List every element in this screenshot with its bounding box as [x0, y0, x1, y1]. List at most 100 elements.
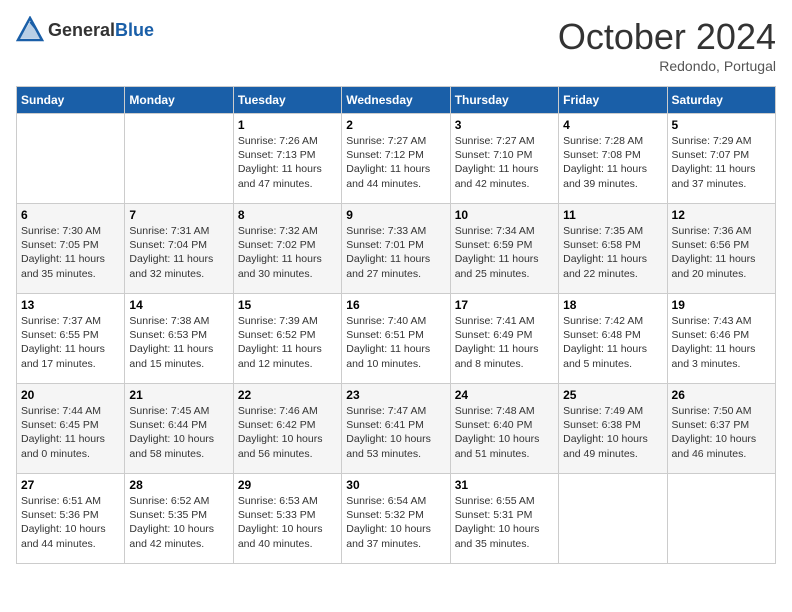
day-info: Sunrise: 7:41 AM Sunset: 6:49 PM Dayligh…: [455, 314, 554, 371]
day-info: Sunrise: 7:47 AM Sunset: 6:41 PM Dayligh…: [346, 404, 445, 461]
calendar-cell: 8Sunrise: 7:32 AM Sunset: 7:02 PM Daylig…: [233, 204, 341, 294]
calendar-cell: 20Sunrise: 7:44 AM Sunset: 6:45 PM Dayli…: [17, 384, 125, 474]
logo: GeneralBlue: [16, 16, 154, 44]
day-number: 18: [563, 298, 662, 312]
day-info: Sunrise: 7:49 AM Sunset: 6:38 PM Dayligh…: [563, 404, 662, 461]
weekday-header-saturday: Saturday: [667, 87, 775, 114]
logo-general: General: [48, 20, 115, 40]
day-info: Sunrise: 7:34 AM Sunset: 6:59 PM Dayligh…: [455, 224, 554, 281]
day-number: 1: [238, 118, 337, 132]
day-number: 30: [346, 478, 445, 492]
calendar-cell: 6 Sunrise: 7:30 AM Sunset: 7:05 PM Daylig…: [17, 204, 125, 294]
calendar-cell: [667, 474, 775, 564]
day-info: Sunrise: 7:27 AM Sunset: 7:10 PM Dayligh…: [455, 134, 554, 191]
day-number: 23: [346, 388, 445, 402]
day-number: 27: [21, 478, 120, 492]
calendar-week-row: 1 Sunrise: 7:26 AM Sunset: 7:13 PM Daylig…: [17, 114, 776, 204]
day-info: Sunrise: 7:40 AM Sunset: 6:51 PM Dayligh…: [346, 314, 445, 371]
day-number: 21: [129, 388, 228, 402]
calendar-cell: 28Sunrise: 6:52 AM Sunset: 5:35 PM Dayli…: [125, 474, 233, 564]
day-number: 17: [455, 298, 554, 312]
weekday-header-wednesday: Wednesday: [342, 87, 450, 114]
day-info: Sunrise: 7:44 AM Sunset: 6:45 PM Dayligh…: [21, 404, 120, 461]
calendar-week-row: 13 Sunrise: 7:37 AM Sunset: 6:55 PM Dayli…: [17, 294, 776, 384]
day-number: 26: [672, 388, 771, 402]
day-info: Sunrise: 7:42 AM Sunset: 6:48 PM Dayligh…: [563, 314, 662, 371]
day-number: 15: [238, 298, 337, 312]
weekday-header-monday: Monday: [125, 87, 233, 114]
calendar-cell: 13 Sunrise: 7:37 AM Sunset: 6:55 PM Dayli…: [17, 294, 125, 384]
calendar-cell: 29Sunrise: 6:53 AM Sunset: 5:33 PM Dayli…: [233, 474, 341, 564]
day-number: 5: [672, 118, 771, 132]
day-info: Sunrise: 6:51 AM Sunset: 5:36 PM Dayligh…: [21, 494, 120, 551]
day-info: Sunrise: 7:30 AM Sunset: 7:05 PM Dayligh…: [21, 224, 120, 281]
calendar-cell: 26 Sunrise: 7:50 AM Sunset: 6:37 PM Dayli…: [667, 384, 775, 474]
calendar-week-row: 27 Sunrise: 6:51 AM Sunset: 5:36 PM Dayli…: [17, 474, 776, 564]
calendar-cell: 16 Sunrise: 7:40 AM Sunset: 6:51 PM Dayli…: [342, 294, 450, 384]
day-number: 24: [455, 388, 554, 402]
day-number: 10: [455, 208, 554, 222]
day-info: Sunrise: 7:33 AM Sunset: 7:01 PM Dayligh…: [346, 224, 445, 281]
day-info: Sunrise: 7:28 AM Sunset: 7:08 PM Dayligh…: [563, 134, 662, 191]
day-info: Sunrise: 7:39 AM Sunset: 6:52 PM Dayligh…: [238, 314, 337, 371]
weekday-header-thursday: Thursday: [450, 87, 558, 114]
day-number: 8: [238, 208, 337, 222]
page-header: GeneralBlue October 2024 Redondo, Portug…: [16, 16, 776, 74]
day-number: 13: [21, 298, 120, 312]
month-title: October 2024: [558, 16, 776, 58]
calendar-cell: 18 Sunrise: 7:42 AM Sunset: 6:48 PM Dayli…: [559, 294, 667, 384]
weekday-header-tuesday: Tuesday: [233, 87, 341, 114]
day-number: 6: [21, 208, 120, 222]
day-info: Sunrise: 7:29 AM Sunset: 7:07 PM Dayligh…: [672, 134, 771, 191]
calendar-cell: [125, 114, 233, 204]
day-info: Sunrise: 6:54 AM Sunset: 5:32 PM Dayligh…: [346, 494, 445, 551]
day-info: Sunrise: 7:43 AM Sunset: 6:46 PM Dayligh…: [672, 314, 771, 371]
location-subtitle: Redondo, Portugal: [558, 58, 776, 74]
day-number: 25: [563, 388, 662, 402]
calendar-cell: 10 Sunrise: 7:34 AM Sunset: 6:59 PM Dayli…: [450, 204, 558, 294]
calendar-table: SundayMondayTuesdayWednesdayThursdayFrid…: [16, 86, 776, 564]
calendar-cell: 30 Sunrise: 6:54 AM Sunset: 5:32 PM Dayli…: [342, 474, 450, 564]
day-info: Sunrise: 7:26 AM Sunset: 7:13 PM Dayligh…: [238, 134, 337, 191]
calendar-cell: 9 Sunrise: 7:33 AM Sunset: 7:01 PM Daylig…: [342, 204, 450, 294]
day-number: 29: [238, 478, 337, 492]
day-info: Sunrise: 7:31 AM Sunset: 7:04 PM Dayligh…: [129, 224, 228, 281]
logo-icon: [16, 16, 44, 44]
calendar-header-row: SundayMondayTuesdayWednesdayThursdayFrid…: [17, 87, 776, 114]
calendar-cell: 11Sunrise: 7:35 AM Sunset: 6:58 PM Dayli…: [559, 204, 667, 294]
calendar-cell: 17 Sunrise: 7:41 AM Sunset: 6:49 PM Dayli…: [450, 294, 558, 384]
calendar-cell: 31Sunrise: 6:55 AM Sunset: 5:31 PM Dayli…: [450, 474, 558, 564]
calendar-cell: 15 Sunrise: 7:39 AM Sunset: 6:52 PM Dayli…: [233, 294, 341, 384]
day-number: 4: [563, 118, 662, 132]
calendar-cell: 23 Sunrise: 7:47 AM Sunset: 6:41 PM Dayli…: [342, 384, 450, 474]
calendar-cell: [17, 114, 125, 204]
calendar-cell: 22 Sunrise: 7:46 AM Sunset: 6:42 PM Dayli…: [233, 384, 341, 474]
calendar-cell: 25 Sunrise: 7:49 AM Sunset: 6:38 PM Dayli…: [559, 384, 667, 474]
weekday-header-friday: Friday: [559, 87, 667, 114]
day-info: Sunrise: 7:37 AM Sunset: 6:55 PM Dayligh…: [21, 314, 120, 371]
day-number: 19: [672, 298, 771, 312]
day-info: Sunrise: 6:55 AM Sunset: 5:31 PM Dayligh…: [455, 494, 554, 551]
calendar-cell: 27 Sunrise: 6:51 AM Sunset: 5:36 PM Dayli…: [17, 474, 125, 564]
day-number: 22: [238, 388, 337, 402]
calendar-cell: 1 Sunrise: 7:26 AM Sunset: 7:13 PM Daylig…: [233, 114, 341, 204]
calendar-cell: [559, 474, 667, 564]
day-number: 12: [672, 208, 771, 222]
weekday-header-sunday: Sunday: [17, 87, 125, 114]
day-info: Sunrise: 7:46 AM Sunset: 6:42 PM Dayligh…: [238, 404, 337, 461]
calendar-cell: 12 Sunrise: 7:36 AM Sunset: 6:56 PM Dayli…: [667, 204, 775, 294]
calendar-week-row: 6 Sunrise: 7:30 AM Sunset: 7:05 PM Daylig…: [17, 204, 776, 294]
day-number: 2: [346, 118, 445, 132]
logo-blue: Blue: [115, 20, 154, 40]
day-info: Sunrise: 7:50 AM Sunset: 6:37 PM Dayligh…: [672, 404, 771, 461]
day-info: Sunrise: 7:36 AM Sunset: 6:56 PM Dayligh…: [672, 224, 771, 281]
day-number: 9: [346, 208, 445, 222]
calendar-week-row: 20Sunrise: 7:44 AM Sunset: 6:45 PM Dayli…: [17, 384, 776, 474]
calendar-cell: 21Sunrise: 7:45 AM Sunset: 6:44 PM Dayli…: [125, 384, 233, 474]
day-number: 3: [455, 118, 554, 132]
day-info: Sunrise: 7:48 AM Sunset: 6:40 PM Dayligh…: [455, 404, 554, 461]
title-block: October 2024 Redondo, Portugal: [558, 16, 776, 74]
day-number: 16: [346, 298, 445, 312]
calendar-cell: 14Sunrise: 7:38 AM Sunset: 6:53 PM Dayli…: [125, 294, 233, 384]
logo-text: GeneralBlue: [48, 20, 154, 41]
